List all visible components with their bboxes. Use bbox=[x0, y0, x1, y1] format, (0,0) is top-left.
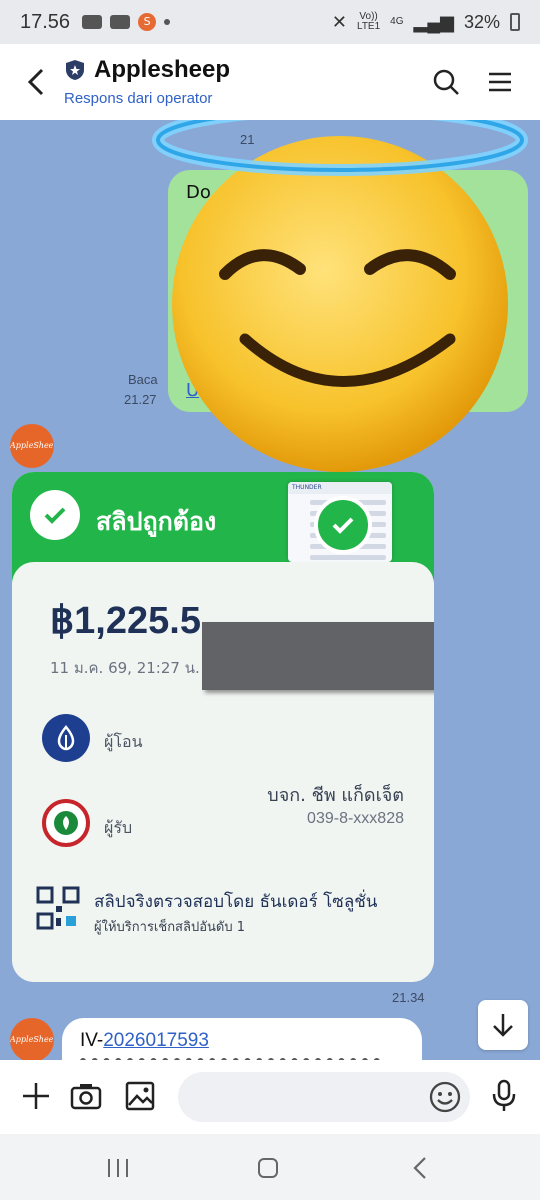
sender-bank-icon bbox=[42, 714, 90, 762]
home-button[interactable] bbox=[248, 1152, 288, 1184]
scroll-down-icon bbox=[493, 1014, 513, 1037]
avatar[interactable]: AppleSheep bbox=[10, 424, 54, 468]
chat-area[interactable]: 21 Do U Baca 21.27 AppleSheep สลิปถูกต้อ… bbox=[0, 120, 540, 1060]
emoji-button[interactable] bbox=[428, 1080, 462, 1114]
transfer-datetime: 11 ม.ค. 69, 21:27 น. bbox=[50, 659, 200, 677]
menu-icon bbox=[489, 72, 511, 92]
battery-icon bbox=[510, 13, 520, 31]
redaction-block bbox=[202, 622, 434, 690]
message-input[interactable] bbox=[178, 1072, 470, 1122]
verification-subtext: ผู้ให้บริการเช็กสลิปอันดับ 1 bbox=[94, 920, 246, 935]
recents-icon bbox=[108, 1159, 128, 1177]
avatar[interactable]: AppleSheep bbox=[10, 1018, 54, 1060]
network-type: 4G bbox=[390, 16, 404, 27]
signal-icon: ▂▄▆ bbox=[413, 11, 454, 32]
back-icon[interactable] bbox=[26, 68, 46, 96]
status-time: 17.56 bbox=[20, 10, 71, 33]
chat-subtitle: Respons dari operator bbox=[64, 90, 213, 107]
emoji-icon bbox=[429, 1081, 461, 1113]
image-button[interactable] bbox=[122, 1078, 158, 1114]
qr-code-icon bbox=[36, 886, 80, 930]
receiver-name: บจก. ชีพ แก็ดเจ็ต bbox=[267, 785, 404, 806]
scroll-to-bottom-button[interactable] bbox=[478, 1000, 528, 1050]
transfer-amount: ฿1,225.5 bbox=[50, 600, 201, 642]
thunder-brand: THUNDER bbox=[288, 482, 392, 494]
receiver-bank-icon bbox=[42, 799, 90, 847]
angel-face-emoji-sticker bbox=[152, 120, 528, 472]
search-icon bbox=[433, 69, 459, 95]
verification-text: สลิปจริงตรวจสอบโดย ธันเดอร์ โซลูชั่น bbox=[94, 892, 378, 912]
more-notifications-dot-icon bbox=[164, 19, 171, 25]
image-icon bbox=[125, 1081, 155, 1111]
nav-back-icon bbox=[413, 1157, 426, 1179]
camera-button[interactable] bbox=[68, 1078, 104, 1114]
mic-icon bbox=[492, 1079, 516, 1111]
chat-header: Applesheep Respons dari operator bbox=[0, 44, 540, 120]
verified-check-icon bbox=[314, 496, 372, 554]
chat-title: Applesheep bbox=[94, 56, 231, 83]
search-button[interactable] bbox=[428, 64, 464, 100]
app-s-icon: S bbox=[138, 13, 157, 31]
invoice-text: IV-2026017593 bbox=[80, 1030, 209, 1051]
battery-percent: 32% bbox=[463, 11, 500, 32]
youtube-icon bbox=[82, 15, 103, 29]
slip-time: 21.34 bbox=[392, 990, 425, 1005]
recents-button[interactable] bbox=[98, 1152, 138, 1184]
mute-icon: ✕ bbox=[331, 11, 347, 32]
chat-title-row[interactable]: Applesheep bbox=[64, 56, 230, 84]
slip-status-title: สลิปถูกต้อง bbox=[96, 507, 217, 536]
plus-button[interactable] bbox=[18, 1078, 54, 1114]
sender-label: ผู้โอน bbox=[104, 732, 143, 751]
receiver-account: 039-8-xxx828 bbox=[307, 810, 404, 827]
system-nav-bar bbox=[0, 1134, 540, 1200]
incoming-message-bubble[interactable]: IV-2026017593 bbox=[62, 1018, 422, 1060]
volte-indicator: Vo)) LTE1 bbox=[357, 11, 381, 32]
system-indicators: ✕ Vo)) LTE1 4G ▂▄▆ 32% bbox=[332, 12, 520, 33]
app-notification-icon bbox=[110, 15, 131, 29]
camera-icon bbox=[70, 1084, 102, 1110]
invoice-link[interactable]: 2026017593 bbox=[103, 1030, 209, 1051]
status-bar: 17.56 S ✕ Vo)) LTE1 4G ▂▄▆ 32% bbox=[0, 0, 540, 44]
menu-button[interactable] bbox=[482, 64, 518, 100]
payment-slip-card[interactable]: สลิปถูกต้อง THUNDER ฿1,225.5 11 ม.ค. 69,… bbox=[12, 472, 434, 982]
shield-icon bbox=[66, 60, 84, 80]
voice-button[interactable] bbox=[486, 1078, 522, 1114]
message-input-bar bbox=[0, 1060, 540, 1134]
check-circle-icon bbox=[30, 490, 80, 540]
plus-icon bbox=[23, 1083, 49, 1109]
notification-icons: S bbox=[82, 13, 171, 31]
nav-back-button[interactable] bbox=[400, 1152, 440, 1184]
receiver-label: ผู้รับ bbox=[104, 818, 133, 837]
home-icon bbox=[258, 1158, 278, 1178]
